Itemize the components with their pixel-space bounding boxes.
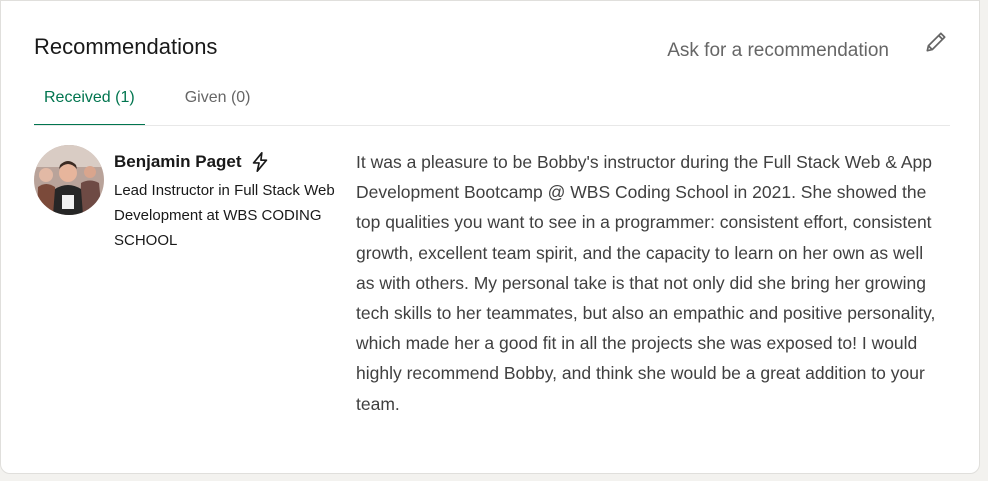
pencil-icon	[923, 29, 949, 60]
section-title: Recommendations	[34, 34, 218, 59]
recommendation-text: It was a pleasure to be Bobby's instruct…	[356, 152, 936, 414]
author-headline: Lead Instructor in Full Stack Web Develo…	[114, 182, 335, 249]
edit-button[interactable]	[921, 29, 951, 59]
tab-received[interactable]: Received (1)	[34, 79, 145, 126]
tabs-divider	[34, 125, 950, 126]
author-name-text: Benjamin Paget	[114, 152, 242, 171]
recommendations-card: Recommendations Ask for a recommendation…	[0, 0, 980, 474]
tab-given[interactable]: Given (0)	[175, 79, 261, 124]
avatar[interactable]	[34, 145, 104, 215]
lightning-bolt-icon	[249, 151, 271, 173]
recommendation-tabs: Received (1) Given (0)	[34, 79, 261, 126]
author-name[interactable]: Benjamin Paget	[114, 151, 271, 173]
ask-for-recommendation-link[interactable]: Ask for a recommendation	[667, 40, 889, 62]
